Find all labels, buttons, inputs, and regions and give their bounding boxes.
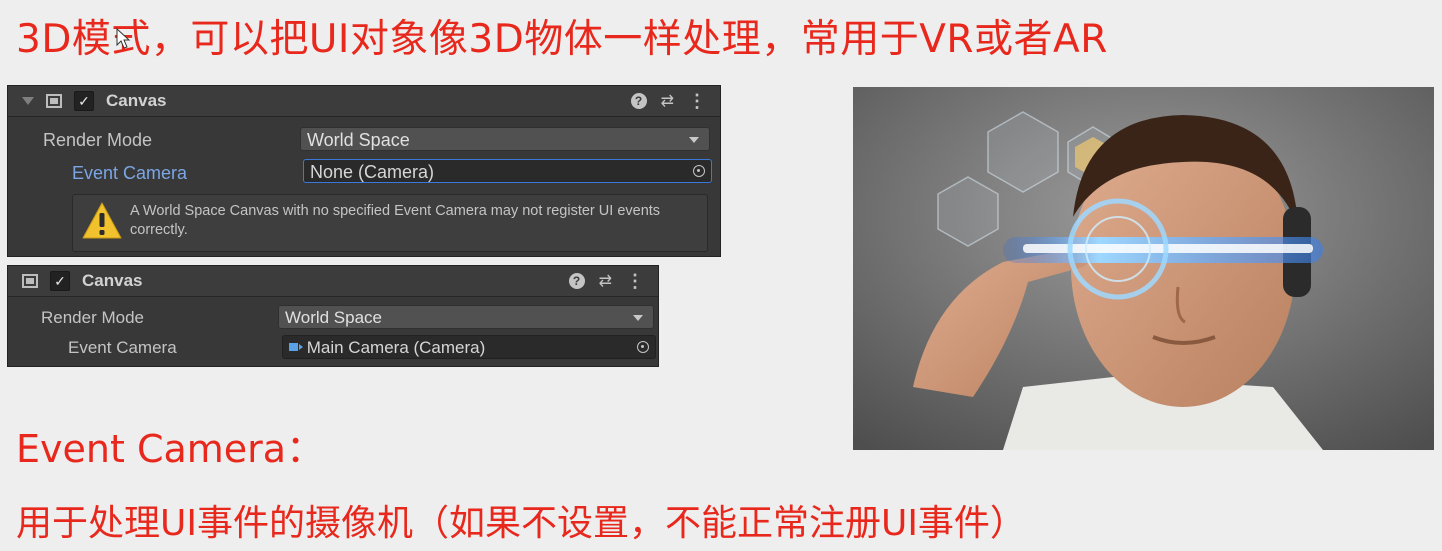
caption-heading: Event Camera：	[16, 427, 325, 471]
render-mode-label: Render Mode	[41, 308, 145, 327]
warning-helpbox: A World Space Canvas with no specified E…	[72, 194, 708, 252]
event-camera-value: None (Camera)	[310, 162, 435, 182]
slide-title: 3D模式，可以把UI对象像3D物体一样处理，常用于VR或者AR	[16, 17, 1108, 62]
render-mode-value: World Space	[285, 308, 383, 327]
event-camera-label: Event Camera	[68, 338, 177, 357]
warning-icon	[82, 202, 122, 239]
canvas-inspector-bottom: ✓ Canvas ? ⇄ ⋮ Render Mode World Space E…	[8, 266, 658, 366]
component-header: ✓ Canvas ? ⇄ ⋮	[8, 266, 658, 297]
camera-icon	[289, 342, 303, 351]
object-picker-icon[interactable]	[693, 165, 705, 177]
component-title: Canvas	[106, 91, 167, 110]
vr-headset-photo	[853, 87, 1434, 450]
render-mode-dropdown[interactable]: World Space	[300, 127, 710, 151]
ar-glasses-illustration	[853, 87, 1434, 450]
chevron-down-icon	[689, 137, 699, 143]
canvas-inspector-top: ✓ Canvas ? ⇄ ⋮ Render Mode World Space E…	[8, 86, 720, 256]
rect-transform-icon	[22, 274, 38, 288]
render-mode-dropdown[interactable]: World Space	[278, 305, 654, 329]
event-camera-field[interactable]: Main Camera (Camera)	[282, 335, 656, 359]
warning-text: A World Space Canvas with no specified E…	[130, 203, 661, 238]
render-mode-label: Render Mode	[43, 130, 153, 150]
more-options-icon[interactable]: ⋮	[688, 92, 706, 110]
more-options-icon[interactable]: ⋮	[626, 272, 644, 290]
event-camera-field[interactable]: None (Camera)	[303, 159, 712, 183]
enabled-checkbox[interactable]: ✓	[74, 91, 94, 111]
event-camera-value: Main Camera (Camera)	[306, 338, 486, 357]
chevron-down-icon	[633, 315, 643, 321]
presets-icon[interactable]: ⇄	[599, 271, 612, 291]
rect-transform-icon	[46, 94, 62, 108]
caption-body: 用于处理UI事件的摄像机（如果不设置，不能正常注册UI事件）	[16, 503, 1026, 544]
render-mode-value: World Space	[307, 130, 410, 150]
fold-arrow-icon[interactable]	[22, 97, 34, 105]
mouse-cursor-icon	[116, 28, 131, 49]
enabled-checkbox[interactable]: ✓	[50, 271, 70, 291]
object-picker-icon[interactable]	[637, 341, 649, 353]
help-icon[interactable]: ?	[568, 273, 585, 289]
help-icon[interactable]: ?	[630, 93, 647, 109]
component-title: Canvas	[82, 271, 143, 290]
presets-icon[interactable]: ⇄	[661, 91, 674, 111]
component-header: ✓ Canvas ? ⇄ ⋮	[8, 86, 720, 117]
event-camera-label: Event Camera	[72, 163, 188, 183]
